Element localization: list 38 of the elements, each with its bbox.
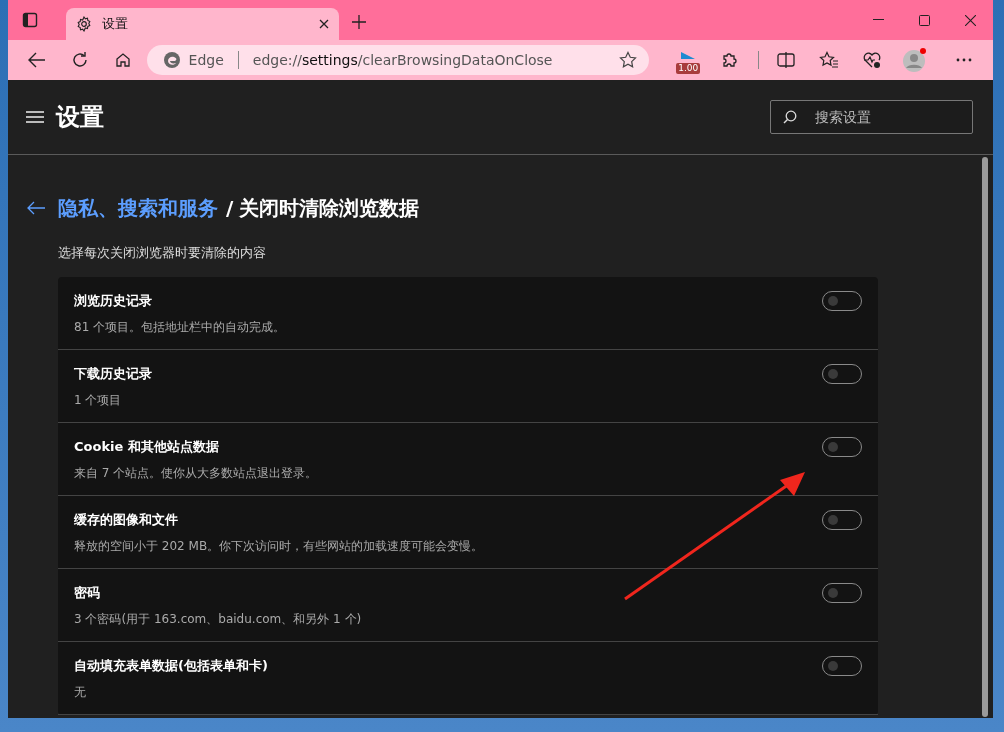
- search-field[interactable]: 搜索设置: [770, 100, 973, 134]
- scrollbar-thumb[interactable]: [982, 157, 988, 717]
- option-title: Cookie 和其他站点数据: [74, 437, 220, 456]
- address-bar[interactable]: Edge edge://settings/clearBrowsingDataOnClose: [146, 45, 649, 75]
- option-detail: 无: [74, 684, 87, 701]
- search-icon: [783, 110, 797, 124]
- back-arrow-icon[interactable]: [26, 201, 46, 215]
- menu-icon[interactable]: [26, 111, 44, 123]
- option-detail: 释放的空间小于 202 MB。你下次访问时，有些网站的加载速度可能会变慢。: [74, 538, 484, 555]
- option-title: 密码: [74, 583, 101, 602]
- option-detail: 1 个项目: [74, 392, 123, 409]
- toggle-switch[interactable]: [822, 509, 862, 530]
- option-title: 缓存的图像和文件: [74, 510, 179, 529]
- section-description: 选择每次关闭浏览器时要清除的内容: [58, 244, 267, 262]
- tab-title: 设置: [102, 15, 128, 34]
- url-text: edge://settings/clearBrowsingDataOnClose: [252, 50, 553, 70]
- option-title: 下载历史记录: [74, 364, 152, 383]
- option-detail: 81 个项目。包括地址栏中的自动完成。: [74, 319, 286, 336]
- close-tab-icon[interactable]: [319, 19, 329, 29]
- breadcrumb-separator: /: [226, 195, 234, 222]
- toggle-switch[interactable]: [822, 363, 862, 384]
- page-heading: 关闭时清除浏览数据: [239, 195, 420, 222]
- toggle-switch[interactable]: [822, 582, 862, 603]
- browser-logo-icon: [162, 51, 181, 69]
- toggle-switch[interactable]: [822, 436, 862, 457]
- option-title: 浏览历史记录: [74, 291, 153, 310]
- page-title: 设置: [56, 102, 104, 133]
- option-title: 自动填充表单数据(包括表单和卡): [74, 656, 268, 675]
- breadcrumb-link[interactable]: 隐私、搜索和服务: [58, 193, 218, 223]
- option-detail: 3 个密码(用于 163.com、baidu.com、和另外 1 个): [74, 611, 362, 628]
- site-label: Edge: [188, 50, 224, 70]
- extension-badge: 1.00: [676, 63, 701, 74]
- settings-tab[interactable]: 设置: [66, 8, 339, 40]
- gear-icon: [76, 16, 92, 32]
- toggle-switch[interactable]: [822, 290, 862, 311]
- favorite-star-icon[interactable]: [618, 51, 637, 69]
- option-detail: 来自 7 个站点。使你从大多数站点退出登录。: [74, 465, 318, 482]
- toggle-switch[interactable]: [822, 655, 862, 676]
